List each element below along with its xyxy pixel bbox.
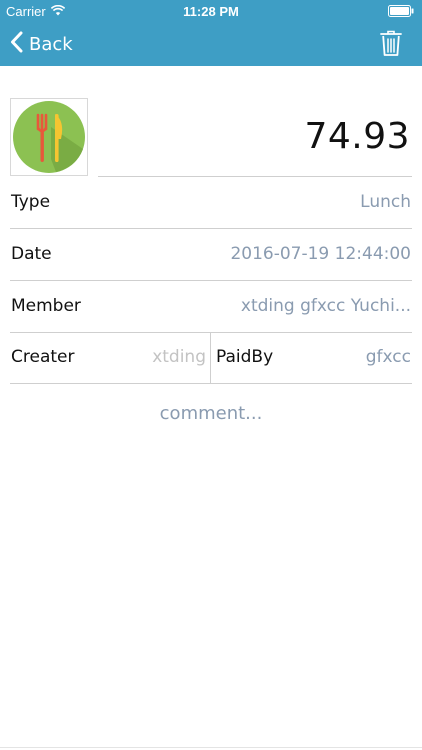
navigation-bar: Back [0, 22, 422, 66]
chevron-left-icon [10, 31, 23, 58]
member-label: Member [11, 296, 81, 316]
status-time: 11:28 PM [183, 4, 239, 19]
type-label: Type [11, 192, 51, 212]
back-label: Back [29, 33, 73, 55]
bottom-divider [0, 747, 422, 748]
creater-paidby-row: Creater xtding PaidBy gfxcc [10, 332, 412, 384]
battery-icon [388, 5, 414, 20]
type-row[interactable]: Type Lunch [10, 177, 412, 229]
amount-value: 74.93 [304, 116, 410, 157]
member-row[interactable]: Member xtding gfxcc Yuchi... [10, 281, 412, 333]
status-bar: Carrier 11:28 PM [0, 0, 422, 22]
amount-field[interactable]: 74.93 [98, 100, 412, 177]
comment-field[interactable]: comment... [0, 403, 422, 424]
date-row[interactable]: Date 2016-07-19 12:44:00 [10, 229, 412, 281]
paidby-cell[interactable]: PaidBy gfxcc [211, 332, 412, 383]
delete-button[interactable] [380, 29, 404, 57]
date-value: 2016-07-19 12:44:00 [230, 244, 411, 264]
date-label: Date [11, 244, 52, 264]
member-value: xtding gfxcc Yuchi... [240, 296, 411, 316]
creater-cell[interactable]: Creater xtding [10, 332, 211, 383]
back-button[interactable]: Back [10, 30, 73, 58]
trash-icon [380, 30, 402, 61]
paidby-label: PaidBy [216, 347, 274, 367]
type-value: Lunch [360, 192, 411, 212]
paidby-value: gfxcc [365, 347, 411, 367]
creater-label: Creater [11, 347, 75, 367]
category-icon-button[interactable] [10, 98, 88, 176]
creater-value: xtding [152, 347, 206, 367]
